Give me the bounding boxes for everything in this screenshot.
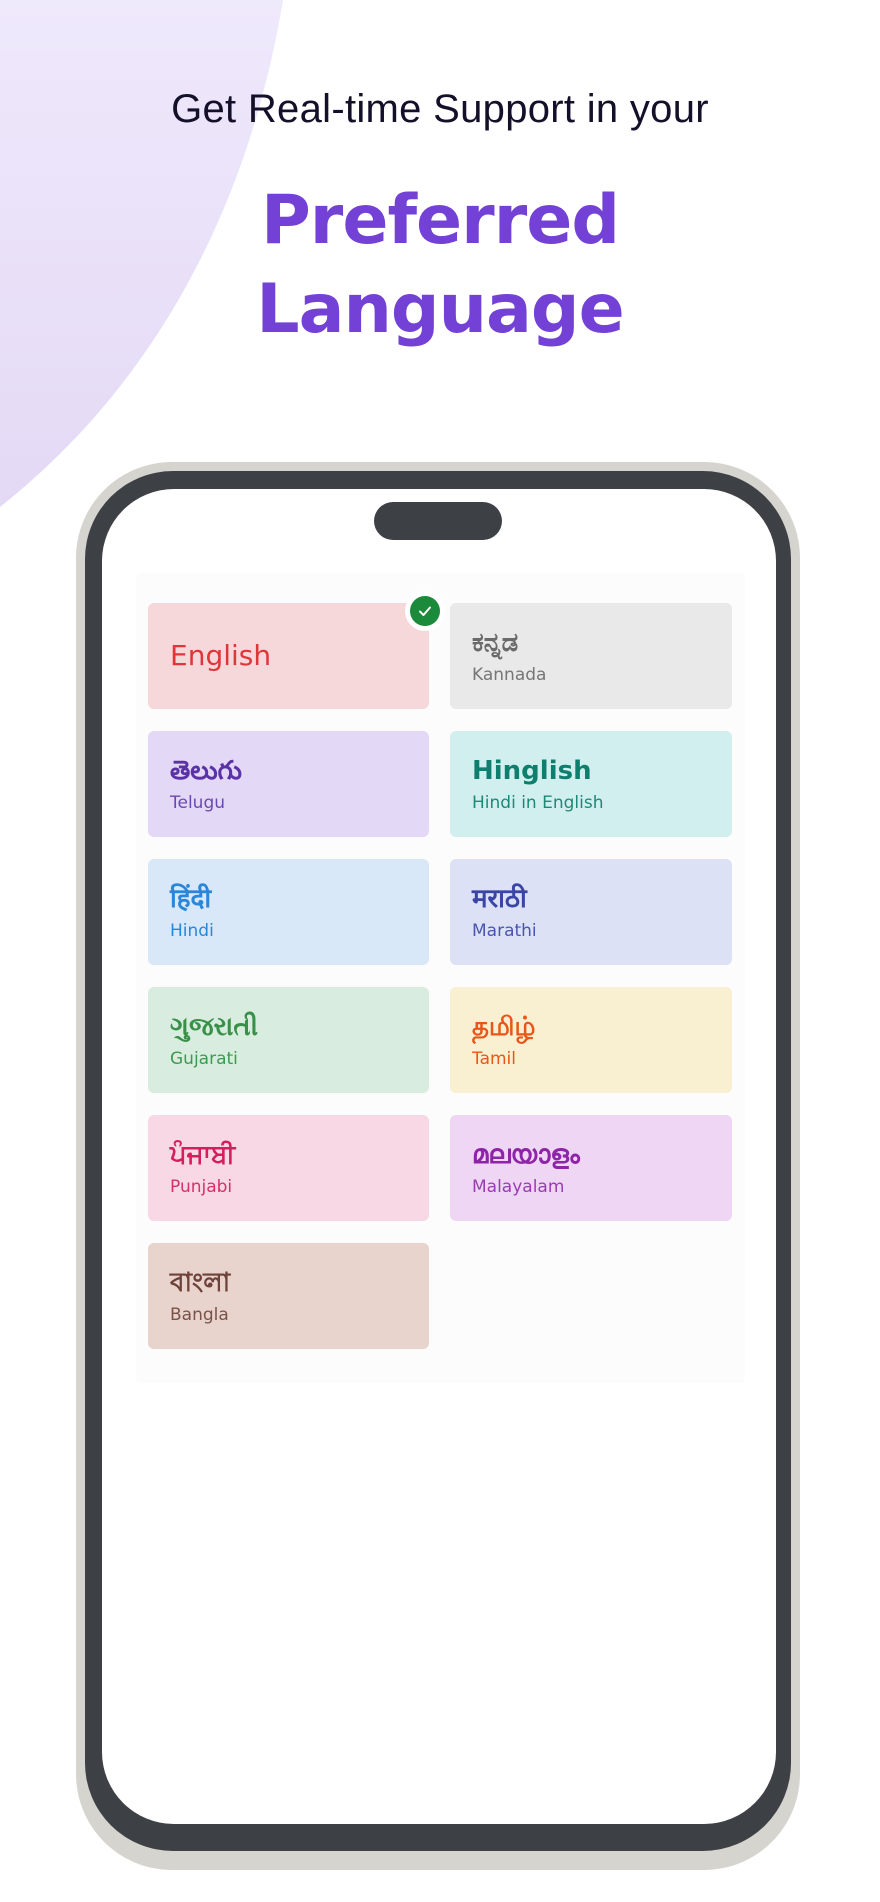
language-option-gujarati[interactable]: ગુજરાતી Gujarati [148, 987, 429, 1093]
phone-bezel: English ಕನ್ನಡ Kannada తెలుగు Telugu Hinglish H… [85, 471, 791, 1851]
language-option-tamil[interactable]: தமிழ் Tamil [450, 987, 732, 1093]
language-native-name: मराठी [472, 884, 527, 914]
language-selector-panel: English ಕನ್ನಡ Kannada తెలుగు Telugu Hinglish H… [136, 573, 745, 1383]
headline-line-1: Preferred [260, 181, 620, 260]
language-english-name: Marathi [472, 921, 537, 941]
language-native-name: తెలుగు [170, 756, 242, 786]
language-english-name: Tamil [472, 1049, 516, 1069]
phone-mockup: English ಕನ್ನಡ Kannada తెలుగు Telugu Hinglish H… [76, 462, 800, 1870]
language-native-name: Hinglish [472, 756, 592, 786]
check-circle-icon [410, 596, 440, 626]
headline-line-2: Language [256, 270, 624, 349]
dynamic-island-notch [374, 502, 502, 540]
language-native-name: ਪੰਜਾਬੀ [170, 1140, 236, 1170]
language-option-hindi[interactable]: हिंदी Hindi [148, 859, 429, 965]
language-english-name: Malayalam [472, 1177, 565, 1197]
language-english-name: Gujarati [170, 1049, 238, 1069]
selected-badge [405, 591, 445, 631]
language-option-english[interactable]: English [148, 591, 445, 709]
language-native-name: ಕನ್ನಡ [472, 628, 519, 658]
language-english-name: Telugu [170, 793, 226, 813]
language-english-name: Kannada [472, 665, 547, 685]
phone-screen: English ಕನ್ನಡ Kannada తెలుగు Telugu Hinglish H… [102, 489, 776, 1824]
language-option-malayalam[interactable]: മലയാളം Malayalam [450, 1115, 732, 1221]
language-native-name: മലയാളം [472, 1140, 580, 1170]
language-native-name: हिंदी [170, 884, 212, 914]
language-option-telugu[interactable]: తెలుగు Telugu [148, 731, 429, 837]
language-english-name: Bangla [170, 1305, 229, 1325]
language-grid: English ಕನ್ನಡ Kannada తెలుగు Telugu Hinglish H… [148, 591, 732, 1349]
language-native-name: বাংলা [170, 1268, 231, 1298]
language-option-hindi-in-english[interactable]: Hinglish Hindi in English [450, 731, 732, 837]
language-english-name: Hindi in English [472, 793, 604, 813]
language-option-punjabi[interactable]: ਪੰਜਾਬੀ Punjabi [148, 1115, 429, 1221]
language-option-marathi[interactable]: मराठी Marathi [450, 859, 732, 965]
promo-subtitle: Get Real-time Support in your [171, 87, 709, 131]
promo-headline: Preferred Language [0, 176, 880, 354]
language-option-kannada[interactable]: ಕನ್ನಡ Kannada [450, 603, 732, 709]
language-native-name: ગુજરાતી [170, 1012, 259, 1042]
language-english-name: Punjabi [170, 1177, 233, 1197]
language-option-bangla[interactable]: বাংলা Bangla [148, 1243, 429, 1349]
language-english-name: Hindi [170, 921, 214, 941]
language-native-name: தமிழ் [472, 1012, 536, 1042]
language-native-name: English [170, 639, 272, 672]
